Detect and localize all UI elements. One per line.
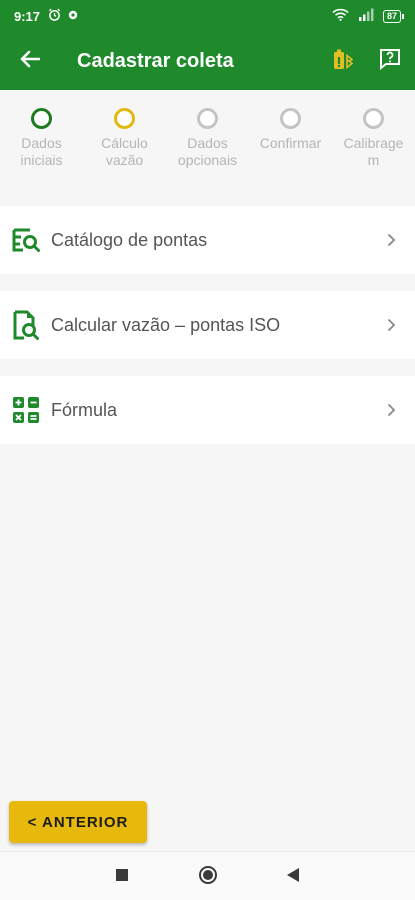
status-bar: 9:17 87 xyxy=(0,0,415,32)
signal-icon xyxy=(357,8,375,24)
step-calculo-vazao: Cálculo vazão xyxy=(83,108,166,169)
battery-bluetooth-button[interactable] xyxy=(331,46,357,76)
system-nav-bar xyxy=(0,851,415,900)
arrow-left-icon xyxy=(20,50,41,73)
system-back-button[interactable] xyxy=(280,864,306,890)
step-indicator xyxy=(197,108,218,129)
step-label: Cálculo vazão xyxy=(101,135,148,168)
chevron-right-icon xyxy=(387,402,399,418)
step-calibragem: Calibrage m xyxy=(332,108,415,169)
step-label: Dados opcionais xyxy=(177,135,238,168)
calculator-icon xyxy=(11,395,41,425)
home-button[interactable] xyxy=(195,864,221,890)
step-label: Calibrage m xyxy=(343,135,404,168)
recents-button[interactable] xyxy=(109,864,135,890)
progress-stepper: Dados iniciais Cálculo vazão Dados opcionai… xyxy=(0,90,415,182)
status-time: 9:17 xyxy=(14,8,41,24)
step-label: Confirmar xyxy=(259,135,322,151)
step-indicator xyxy=(114,108,135,129)
back-button[interactable] xyxy=(0,32,60,90)
step-indicator xyxy=(31,108,52,129)
menu-item-label: Fórmula xyxy=(51,399,118,420)
chevron-right-icon xyxy=(387,232,399,248)
step-dados-iniciais: Dados iniciais xyxy=(0,108,83,169)
battery-bluetooth-icon xyxy=(332,47,356,76)
document-search-icon xyxy=(11,310,41,340)
battery-indicator: 87 xyxy=(382,9,405,23)
help-button[interactable] xyxy=(377,46,403,76)
menu-item-formula[interactable]: Fórmula xyxy=(0,376,415,444)
alarm-icon xyxy=(48,8,61,24)
step-indicator xyxy=(363,108,384,129)
menu-item-label: Catálogo de pontas xyxy=(51,229,208,250)
step-confirmar: Confirmar xyxy=(249,108,332,152)
home-circle-icon xyxy=(198,865,218,890)
page-title: Cadastrar coleta xyxy=(77,49,234,72)
settings-gear-icon xyxy=(67,9,79,24)
help-chat-icon xyxy=(378,47,402,76)
step-label: Dados iniciais xyxy=(20,135,63,168)
wifi-icon xyxy=(332,8,349,24)
recents-square-icon xyxy=(115,868,129,887)
menu-item-label: Calcular vazão – pontas ISO xyxy=(51,314,281,335)
menu-item-calcular-vazao[interactable]: Calcular vazão – pontas ISO xyxy=(0,291,415,359)
catalog-search-icon xyxy=(11,225,41,255)
back-triangle-icon xyxy=(286,867,300,888)
previous-button[interactable]: < ANTERIOR xyxy=(9,801,147,843)
step-indicator xyxy=(280,108,301,129)
menu-item-catalogo-pontas[interactable]: Catálogo de pontas xyxy=(0,206,415,274)
chevron-right-icon xyxy=(387,317,399,333)
app-bar: Cadastrar coleta xyxy=(0,32,415,90)
step-dados-opcionais: Dados opcionais xyxy=(166,108,249,169)
